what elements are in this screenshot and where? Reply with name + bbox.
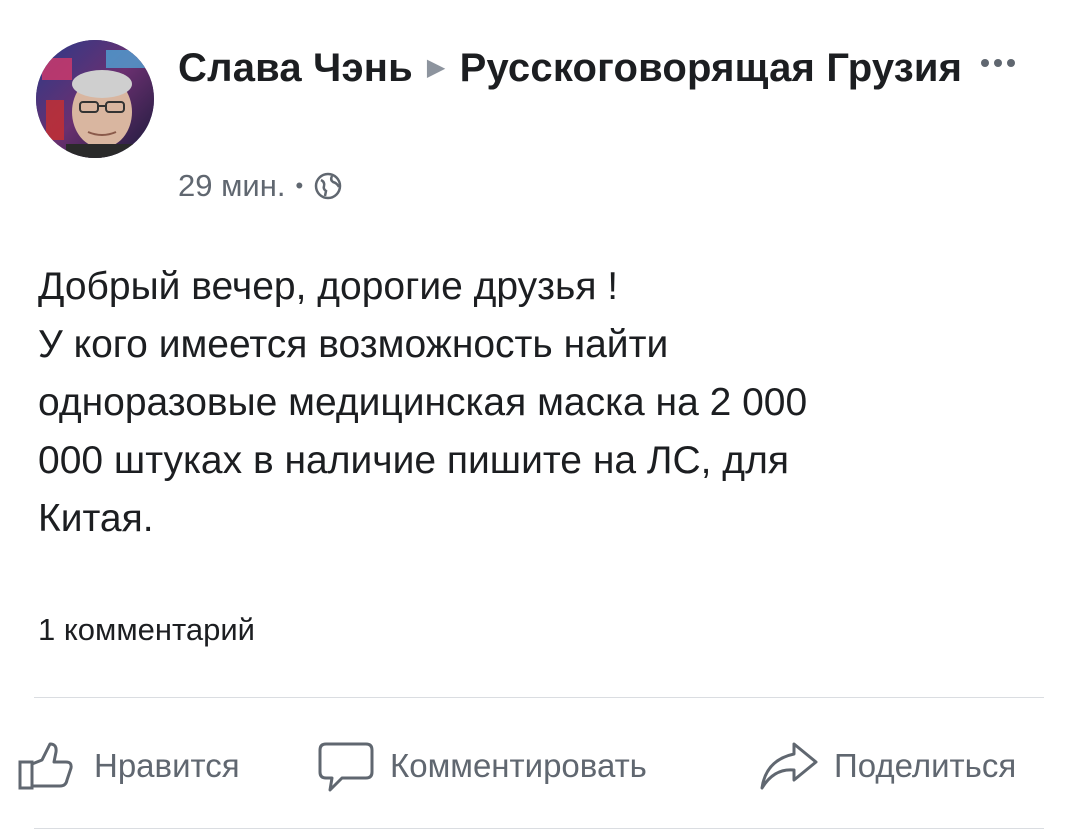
post-card: Слава Чэнь ▶ Русскоговорящая Грузия 29 мин… (0, 0, 1079, 832)
more-dots-icon (981, 59, 989, 67)
more-dot (1007, 59, 1015, 67)
post-meta: 29 мин. • (178, 166, 343, 206)
share-label: Поделиться (834, 747, 1017, 784)
share-arrow-icon (760, 742, 818, 790)
post-text-line: одноразовые медицинская маска на 2 000 (38, 381, 808, 424)
avatar[interactable] (36, 40, 154, 158)
post-text-line: Китая. (38, 497, 154, 540)
share-button[interactable]: Поделиться (758, 728, 1016, 804)
thumbs-up-icon (18, 742, 73, 790)
like-label: Нравится (94, 747, 240, 784)
group-name[interactable]: Русскоговорящая Грузия (460, 46, 963, 90)
arrow-right-icon: ▶ (426, 54, 446, 81)
author-line: Слава Чэнь ▶ Русскоговорящая Грузия (178, 40, 968, 96)
speech-bubble-icon (318, 742, 374, 792)
post-text-line: Добрый вечер, дорогие друзья ! (38, 265, 619, 308)
action-bar: Нравится Комментировать Поделиться (0, 728, 1079, 804)
comment-button[interactable]: Комментировать (316, 728, 647, 804)
post-body: Добрый вечер, дорогие друзья ! У кого им… (38, 258, 1038, 548)
post-text-line: 000 штуках в наличие пишите на ЛС, для (38, 439, 789, 482)
comments-count-link[interactable]: 1 комментарий (38, 612, 255, 648)
post-text-line: У кого имеется возможность найти (38, 323, 669, 366)
meta-separator: • (295, 173, 304, 198)
globe-icon[interactable] (313, 171, 343, 201)
divider (34, 828, 1044, 829)
divider (34, 697, 1044, 698)
post-timestamp[interactable]: 29 мин. (178, 168, 285, 204)
more-options-button[interactable] (968, 48, 1028, 78)
more-dot (994, 59, 1002, 67)
post-header: Слава Чэнь ▶ Русскоговорящая Грузия (178, 40, 968, 96)
comment-label: Комментировать (390, 747, 647, 784)
like-button[interactable]: Нравится (16, 728, 240, 804)
avatar-photo (36, 40, 154, 158)
author-name[interactable]: Слава Чэнь (178, 46, 413, 90)
